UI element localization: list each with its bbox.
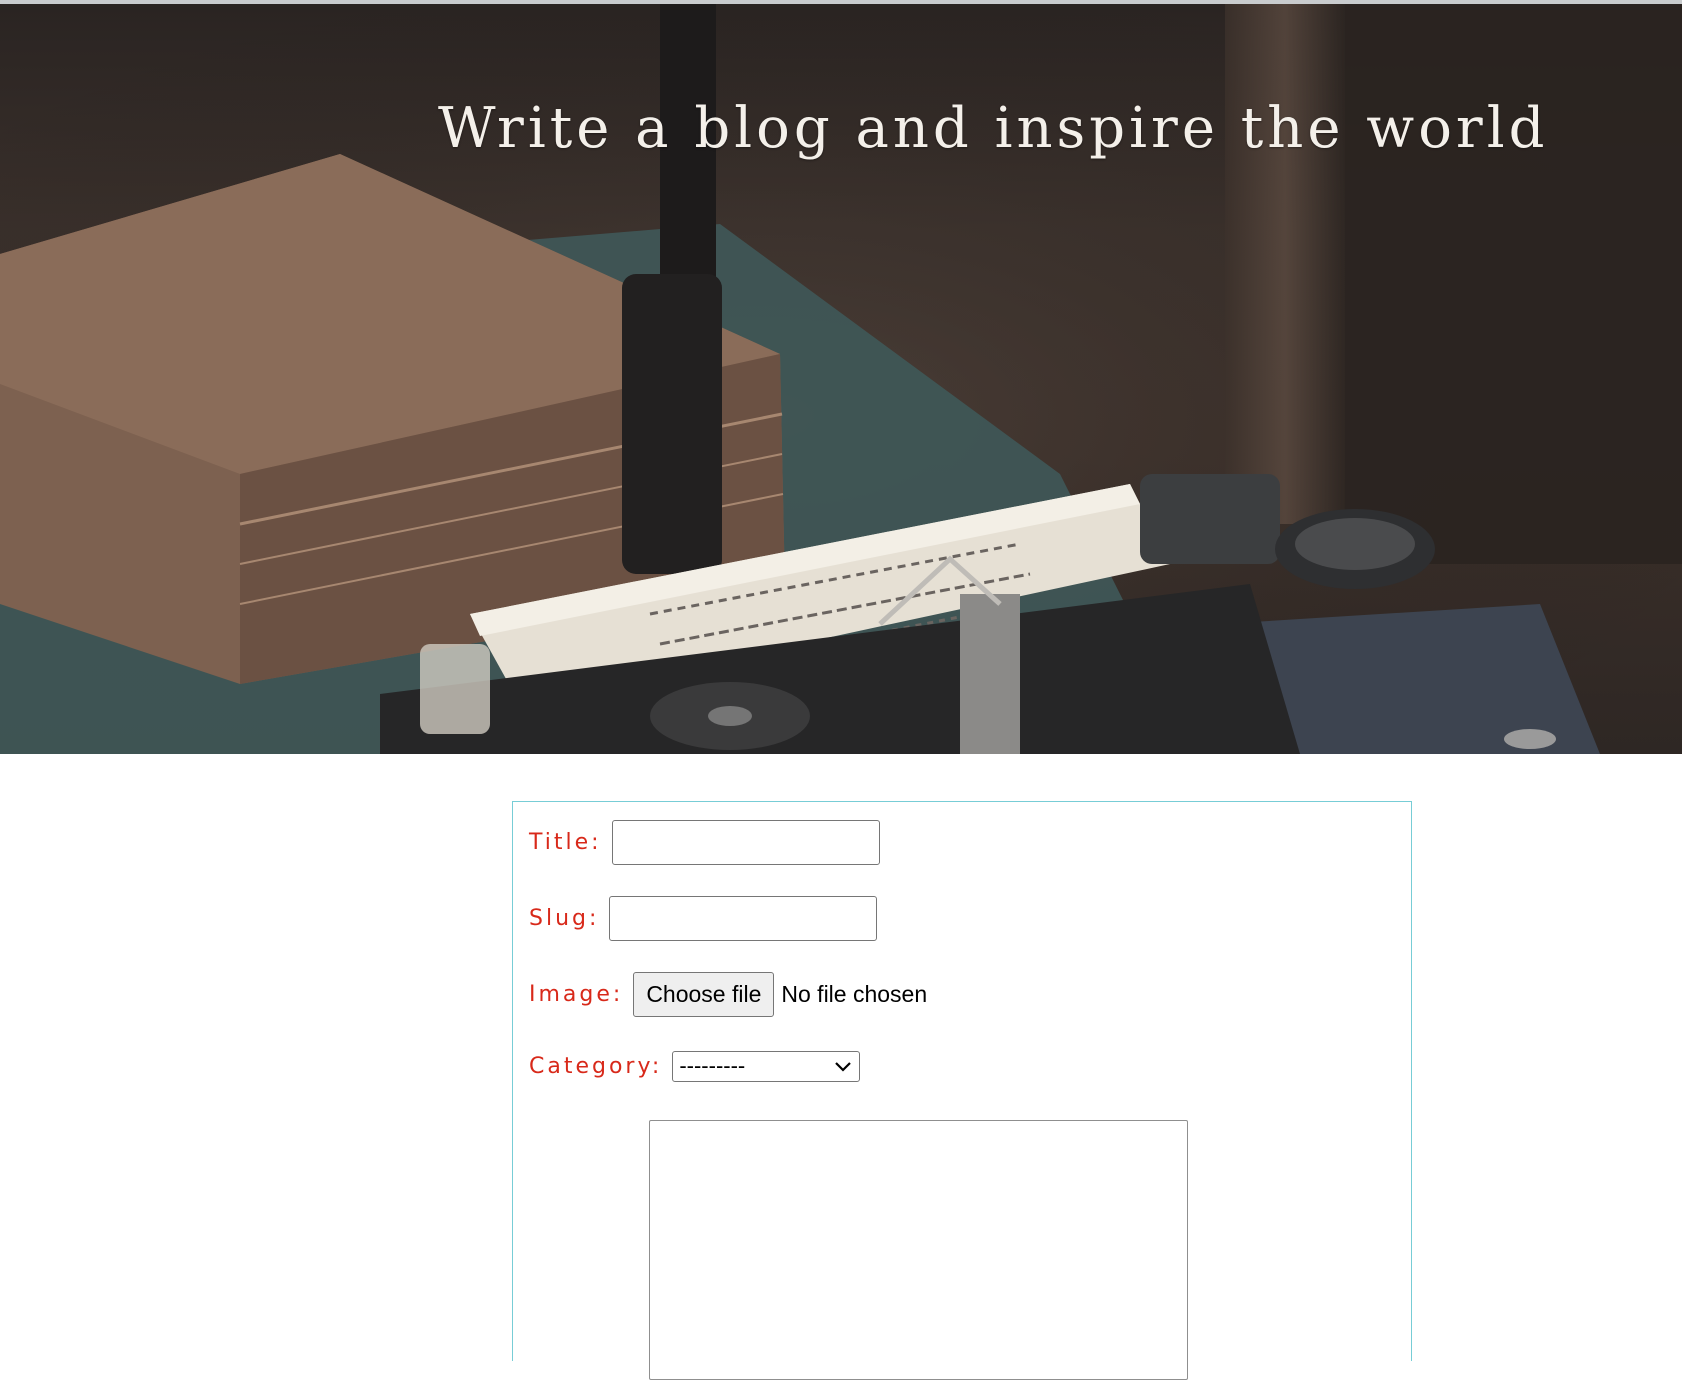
slug-row: Slug: [529,895,878,941]
category-select[interactable]: --------- [672,1050,861,1082]
file-status-text: No file chosen [781,980,928,1007]
title-label: Title: [529,829,602,855]
image-label: Image: [529,981,624,1007]
chevron-down-icon [835,1061,852,1072]
category-label: Category: [529,1053,663,1079]
title-row: Title: [529,819,880,865]
content-textarea[interactable] [649,1120,1188,1380]
image-row: Image: Choose file No file chosen [529,971,927,1017]
category-row: Category: --------- [529,1043,861,1089]
category-selected-value: --------- [679,1053,746,1078]
slug-label: Slug: [529,905,600,931]
choose-file-button[interactable]: Choose file [633,971,775,1017]
blog-post-form: Title: Slug: Image: Choose file No file … [512,801,1412,1380]
hero-title: Write a blog and inspire the world [438,96,1549,161]
slug-input[interactable] [609,895,878,941]
title-input[interactable] [611,819,880,865]
hero-banner: Write a blog and inspire the world [0,4,1682,754]
